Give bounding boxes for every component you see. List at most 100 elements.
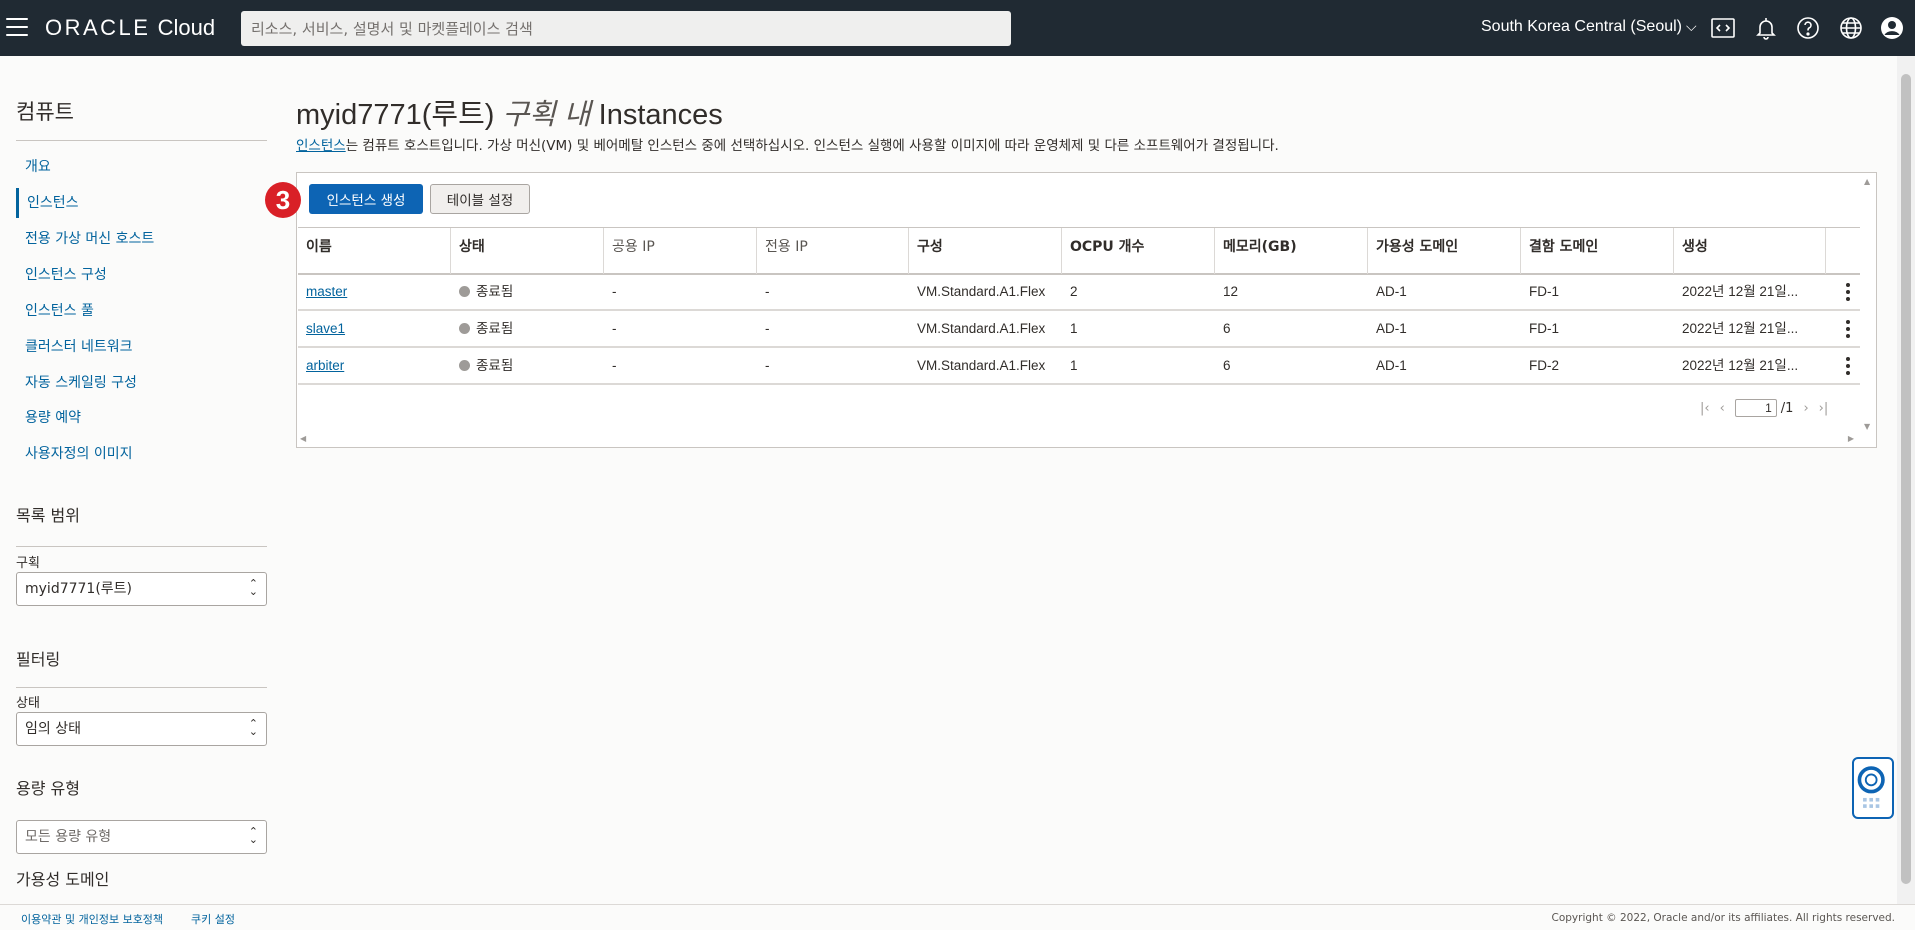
- fault-domain-cell: FD-1: [1529, 284, 1559, 299]
- sidebar-item-capacity-reservations[interactable]: 용량 예약: [16, 403, 267, 433]
- table-vertical-scrollbar[interactable]: ▲ ▼: [1860, 173, 1876, 431]
- sidebar-item-autoscaling[interactable]: 자동 스케일링 구성: [16, 368, 267, 398]
- globe-icon[interactable]: [1837, 14, 1865, 42]
- row-actions-kebab-icon[interactable]: [1846, 320, 1850, 338]
- column-header-created[interactable]: 생성: [1674, 228, 1826, 274]
- compartment-select[interactable]: myid7771(루트) ⌃ ⌄: [16, 572, 267, 606]
- table-row: master 종료됨 - - VM.Standard.A1.Flex 2 12 …: [298, 275, 1860, 311]
- instance-link[interactable]: arbiter: [306, 358, 344, 373]
- sidebar-item-instance-configurations[interactable]: 인스턴스 구성: [16, 260, 267, 290]
- created-cell: 2022년 12월 21일...: [1682, 358, 1799, 373]
- column-header-shape[interactable]: 구성: [909, 228, 1062, 274]
- page-number-input[interactable]: [1734, 399, 1777, 417]
- last-page-icon[interactable]: ›|: [1819, 401, 1829, 416]
- divider: [16, 546, 267, 547]
- sidebar-item-custom-images[interactable]: 사용자정의 이미지: [16, 439, 267, 469]
- divider: [16, 687, 267, 688]
- table-row: arbiter 종료됨 - - VM.Standard.A1.Flex 1 6 …: [298, 349, 1860, 385]
- first-page-icon[interactable]: |‹: [1700, 401, 1710, 416]
- private-ip-cell: -: [765, 358, 770, 373]
- region-selector[interactable]: South Korea Central (Seoul) ⌵: [1481, 18, 1697, 36]
- created-cell: 2022년 12월 21일...: [1682, 284, 1799, 299]
- capacity-type-select[interactable]: 모든 용량 유형 ⌃ ⌄: [16, 820, 267, 854]
- state-select[interactable]: 임의 상태 ⌃ ⌄: [16, 712, 267, 746]
- row-actions-kebab-icon[interactable]: [1846, 283, 1850, 301]
- scroll-right-icon[interactable]: ▶: [1848, 434, 1854, 443]
- instance-name-cell: slave1: [298, 312, 451, 346]
- status-dot-icon: [459, 323, 470, 334]
- public-ip-cell: -: [612, 284, 617, 299]
- oracle-cloud-logo[interactable]: ORACLE Cloud: [45, 15, 215, 41]
- next-page-icon[interactable]: ›: [1803, 401, 1808, 416]
- pagination: |‹ ‹ /1 › ›|: [1700, 399, 1828, 417]
- page-scrollbar-thumb[interactable]: [1901, 74, 1911, 884]
- sidebar-item-overview[interactable]: 개요: [16, 152, 267, 182]
- page-scrollbar[interactable]: [1897, 56, 1915, 904]
- bell-icon[interactable]: [1752, 14, 1780, 42]
- page-description: 인스턴스는 컴퓨트 호스트입니다. 가상 머신(VM) 및 베어메탈 인스턴스 …: [296, 134, 1279, 154]
- instance-link[interactable]: slave1: [306, 321, 345, 336]
- help-widget[interactable]: [1852, 757, 1894, 819]
- availability-domain-cell: AD-1: [1376, 321, 1407, 336]
- updown-chevron-icon: ⌃ ⌄: [248, 717, 258, 738]
- help-icon[interactable]: [1794, 14, 1822, 42]
- availability-domain-cell: AD-1: [1376, 358, 1407, 373]
- table-horizontal-scrollbar[interactable]: ◀ ▶: [298, 432, 1860, 446]
- sidebar-item-instance-pools[interactable]: 인스턴스 풀: [16, 296, 267, 326]
- filter-title: 필터링: [16, 650, 61, 669]
- page-title: myid7771(루트) 구획 내 Instances: [296, 91, 723, 133]
- shape-cell: VM.Standard.A1.Flex: [917, 358, 1046, 373]
- memory-cell: 6: [1223, 358, 1231, 373]
- state-label: 상태: [16, 696, 40, 711]
- instance-name-cell: master: [298, 275, 451, 309]
- page-total: /1: [1780, 400, 1794, 416]
- scroll-down-icon[interactable]: ▼: [1864, 422, 1870, 431]
- column-header-public-ip: 공용 IP: [604, 228, 757, 274]
- row-actions-kebab-icon[interactable]: [1846, 357, 1850, 375]
- sidebar: 컴퓨트 개요 인스턴스 전용 가상 머신 호스트 인스턴스 구성 인스턴스 풀 …: [0, 56, 280, 904]
- instance-name-cell: arbiter: [298, 349, 451, 383]
- column-header-state[interactable]: 상태: [451, 228, 604, 274]
- sidebar-section-title: 컴퓨트: [16, 100, 74, 124]
- chevron-down-icon: ⌵: [1686, 18, 1697, 34]
- column-header-ocpu[interactable]: OCPU 개수: [1062, 228, 1215, 274]
- column-header-availability-domain[interactable]: 가용성 도메인: [1368, 228, 1521, 274]
- cookie-settings-link[interactable]: 쿠키 설정: [191, 911, 235, 927]
- scroll-left-icon[interactable]: ◀: [300, 434, 306, 443]
- shape-cell: VM.Standard.A1.Flex: [917, 321, 1046, 336]
- profile-icon[interactable]: [1878, 14, 1906, 42]
- sidebar-item-cluster-networks[interactable]: 클러스터 네트워크: [16, 332, 267, 362]
- compartment-label: 구획: [16, 556, 40, 571]
- instances-doc-link[interactable]: 인스턴스: [296, 138, 346, 154]
- previous-page-icon[interactable]: ‹: [1720, 401, 1725, 416]
- code-editor-icon[interactable]: [1709, 14, 1737, 42]
- private-ip-cell: -: [765, 321, 770, 336]
- top-bar: ORACLE Cloud South Korea Central (Seoul)…: [0, 0, 1915, 56]
- fault-domain-cell: FD-2: [1529, 358, 1559, 373]
- column-header-name[interactable]: 이름: [298, 228, 451, 274]
- sidebar-item-instances[interactable]: 인스턴스: [16, 188, 267, 218]
- ocpu-cell: 2: [1070, 284, 1078, 299]
- column-header-memory[interactable]: 메모리(GB): [1215, 228, 1368, 274]
- scroll-up-icon[interactable]: ▲: [1864, 177, 1870, 186]
- status-cell: 종료됨: [451, 275, 604, 309]
- capacity-type-title: 용량 유형: [16, 779, 80, 798]
- created-cell: 2022년 12월 21일...: [1682, 321, 1799, 336]
- create-instance-button[interactable]: 인스턴스 생성: [309, 184, 423, 214]
- availability-domain-title: 가용성 도메인: [16, 870, 110, 889]
- ocpu-cell: 1: [1070, 321, 1078, 336]
- instance-link[interactable]: master: [306, 284, 347, 299]
- menu-icon[interactable]: [6, 18, 28, 36]
- search-input[interactable]: [241, 11, 1011, 46]
- status-cell: 종료됨: [451, 312, 604, 346]
- sidebar-item-dedicated-vm-hosts[interactable]: 전용 가상 머신 호스트: [16, 224, 267, 254]
- divider: [16, 140, 267, 141]
- updown-chevron-icon: ⌃ ⌄: [248, 577, 258, 598]
- table-header: 이름 상태 공용 IP 전용 IP 구성 OCPU 개수 메모리(GB) 가용성…: [298, 227, 1860, 275]
- terms-privacy-link[interactable]: 이용약관 및 개인정보 보호정책: [21, 911, 163, 927]
- table-settings-button[interactable]: 테이블 설정: [430, 184, 530, 214]
- capacity-type-value: 모든 용량 유형: [25, 829, 112, 845]
- column-header-fault-domain[interactable]: 결함 도메인: [1521, 228, 1674, 274]
- shape-cell: VM.Standard.A1.Flex: [917, 284, 1046, 299]
- column-header-private-ip: 전용 IP: [757, 228, 909, 274]
